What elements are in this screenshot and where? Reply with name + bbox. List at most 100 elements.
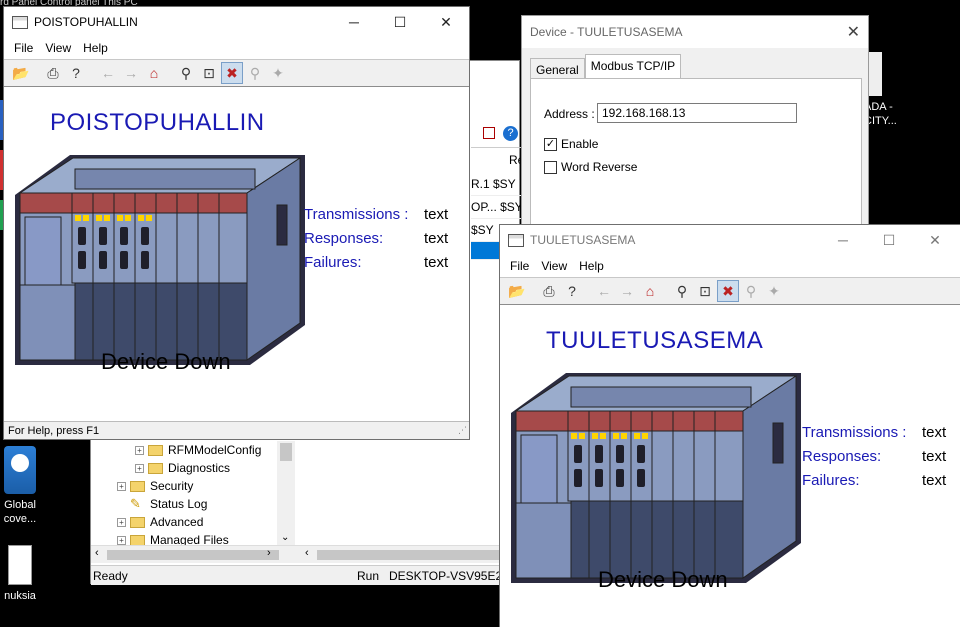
expand-icon[interactable]: + [135,463,144,473]
window-title: POISTOPUHALLIN [34,15,138,29]
stop-monitor-icon[interactable]: ✖ [221,62,243,84]
toolbar-separator [33,62,41,84]
open-folder-icon[interactable]: 📂 [506,280,528,302]
horizontal-scrollbar[interactable]: ‹ › ‹ [91,545,521,563]
folder-icon [130,480,145,492]
toolbar-separator [166,62,174,84]
device-dialog: Device - TUULETUSASEMA ✕ General Modbus … [521,15,869,246]
zoom-icon[interactable]: ⚲ [671,280,693,302]
menu-file[interactable]: File [504,259,535,273]
pin-icon[interactable]: ✦ [763,280,785,302]
tree-item[interactable]: + Security [91,477,295,495]
menu-help[interactable]: Help [573,259,610,273]
expand-icon[interactable]: + [117,517,126,527]
enable-checkbox[interactable]: ✓ Enable [544,137,598,151]
zoom-fit-icon[interactable]: ⊡ [694,280,716,302]
status-log-icon: ✎ [130,496,141,511]
dialog-titlebar: Device - TUULETUSASEMA ✕ [522,16,868,48]
back-arrow-icon[interactable]: ← [97,62,119,84]
failures-value: text [922,472,947,489]
forward-arrow-icon[interactable]: → [120,62,142,84]
menubar: File View Help [500,255,960,277]
failures-label: Failures: [802,472,860,489]
maximize-icon[interactable]: ☐ [866,225,912,255]
desktop-icon-document[interactable]: nuksia [0,545,40,603]
stop-monitor-icon[interactable]: ✖ [717,280,739,302]
print-icon[interactable]: ⎙ [538,280,560,302]
scrollbar-thumb[interactable] [280,443,292,461]
minimize-icon[interactable]: ─ [820,225,866,255]
menubar: File View Help [4,37,469,59]
list-item[interactable]: OP... $SY [471,196,521,219]
checkbox-checked-icon[interactable]: ✓ [544,137,557,151]
menu-file[interactable]: File [8,41,39,55]
tab-modbus[interactable]: Modbus TCP/IP [584,54,682,80]
pin-icon[interactable]: ✦ [267,62,289,84]
chevron-right-icon[interactable]: › [267,547,271,559]
statusbar: For Help, press F1 ⋰ [4,421,469,439]
folder-icon [130,534,145,546]
minimize-icon[interactable]: ─ [331,7,377,37]
tree-vertical-scrollbar[interactable]: ⌄ [277,441,295,545]
window-title: TUULETUSASEMA [530,233,636,247]
window-controls: ─ ☐ ✕ [820,225,958,255]
scrollbar-thumb[interactable] [107,550,279,560]
explorer-statusbar: Ready Run DESKTOP-VSV95E2 [91,565,521,585]
plc-device-image [511,373,802,584]
tree-item-label: Advanced [150,515,204,529]
zoom-icon[interactable]: ⚲ [175,62,197,84]
tree-item[interactable]: ✎ Status Log [91,495,295,513]
search-icon[interactable]: ⚲ [740,280,762,302]
tree-item[interactable]: + Diagnostics [91,459,295,477]
tree-item[interactable]: + RFMModelConfig [91,441,295,459]
maximize-icon[interactable]: ☐ [377,7,423,37]
responses-value: text [922,448,947,465]
search-icon[interactable]: ⚲ [244,62,266,84]
context-help-icon[interactable]: ? [561,280,583,302]
expand-icon[interactable]: + [135,445,144,455]
scrollbar-thumb[interactable] [317,550,499,560]
open-folder-icon[interactable]: 📂 [10,62,32,84]
close-icon[interactable]: ✕ [847,22,860,42]
checkbox-unchecked-icon[interactable] [544,160,557,174]
tree-view: + RFMModelConfig + Diagnostics + Securit… [91,441,295,551]
context-help-icon[interactable]: ? [65,62,87,84]
tab-general[interactable]: General [530,58,585,80]
print-icon[interactable]: ⎙ [42,62,64,84]
close-icon[interactable]: ✕ [423,7,469,37]
home-icon[interactable]: ⌂ [639,280,661,302]
transmissions-value: text [922,424,947,441]
zoom-fit-icon[interactable]: ⊡ [198,62,220,84]
responses-label: Responses: [304,230,384,247]
menu-view[interactable]: View [39,41,77,55]
address-input[interactable] [597,103,797,123]
stop-icon[interactable] [483,127,495,139]
expand-icon[interactable]: + [117,535,126,545]
chevron-left-icon[interactable]: ‹ [305,547,309,559]
tree-item-label: RFMModelConfig [168,443,262,457]
device-stats: Transmissions : text Responses: text Failu… [802,421,946,493]
toolbar-separator [662,280,670,302]
home-icon[interactable]: ⌂ [143,62,165,84]
desktop-icon-scada[interactable]: ADA - CITY... [864,52,920,128]
forward-arrow-icon[interactable]: → [616,280,638,302]
help-icon[interactable]: ? [503,126,518,141]
word-reverse-checkbox[interactable]: Word Reverse [544,160,637,174]
menu-view[interactable]: View [535,259,573,273]
close-icon[interactable]: ✕ [912,225,958,255]
word-reverse-label: Word Reverse [561,160,638,174]
resize-grip-icon[interactable]: ⋰ [458,421,467,439]
status-run: Run [357,569,380,583]
chevron-left-icon[interactable]: ‹ [95,547,99,559]
tree-item[interactable]: + Advanced [91,513,295,531]
menu-help[interactable]: Help [77,41,114,55]
chevron-down-icon[interactable]: ⌄ [281,532,289,543]
toolbar-separator [584,280,592,302]
back-arrow-icon[interactable]: ← [593,280,615,302]
desktop-icon-label: nuksia [4,590,36,602]
tab-panel: Address : ✓ Enable Word Reverse [530,78,862,246]
list-item[interactable]: R.1 $SY [471,173,521,196]
desktop-icon-global[interactable]: Global cove... [0,446,40,526]
toolbar-separator [88,62,96,84]
expand-icon[interactable]: + [117,481,126,491]
